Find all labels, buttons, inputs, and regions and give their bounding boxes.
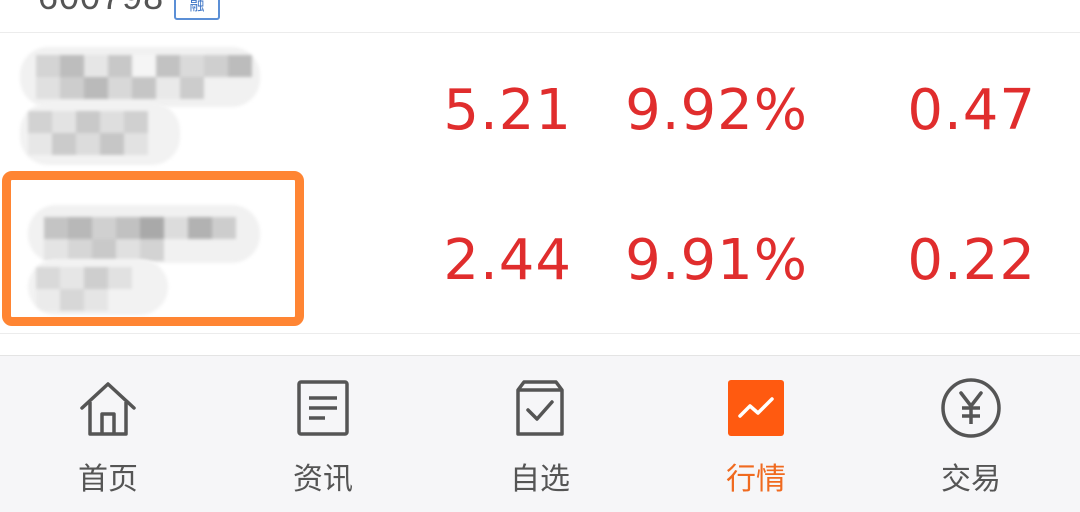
tab-trade[interactable]: 交易 xyxy=(901,356,1041,512)
change-percent: 9.91% xyxy=(625,228,808,293)
last-price: 2.44 xyxy=(443,228,572,293)
tab-label: 自选 xyxy=(510,462,570,497)
stock-name-blurred xyxy=(20,47,260,169)
tab-market[interactable]: 行情 xyxy=(686,356,826,512)
tab-label: 首页 xyxy=(78,462,138,497)
yen-circle-icon xyxy=(941,378,1001,438)
price-change: 0.47 xyxy=(907,78,1036,143)
last-price: 5.21 xyxy=(443,78,572,143)
bottom-tab-bar: 首页 资讯 自选 行情 交易 xyxy=(0,355,1080,512)
tab-label: 交易 xyxy=(941,462,1001,497)
tab-home[interactable]: 首页 xyxy=(38,356,178,512)
stock-row[interactable]: 5.21 9.92% 0.47 xyxy=(0,33,1080,184)
tab-label: 行情 xyxy=(726,462,786,497)
home-icon xyxy=(80,382,136,436)
change-percent: 9.92% xyxy=(625,78,808,143)
tab-watchlist[interactable]: 自选 xyxy=(470,356,610,512)
partial-stock-row[interactable]: 600798 融 xyxy=(0,0,1080,33)
tab-label: 资讯 xyxy=(293,462,353,497)
news-document-icon xyxy=(297,380,349,436)
tab-news[interactable]: 资讯 xyxy=(253,356,393,512)
watchlist-check-icon xyxy=(516,380,564,436)
margin-tag-badge: 融 xyxy=(174,0,220,20)
stock-code: 600798 xyxy=(38,0,164,18)
highlight-box xyxy=(2,171,304,326)
price-change: 0.22 xyxy=(907,228,1036,293)
market-trend-icon xyxy=(728,380,784,436)
